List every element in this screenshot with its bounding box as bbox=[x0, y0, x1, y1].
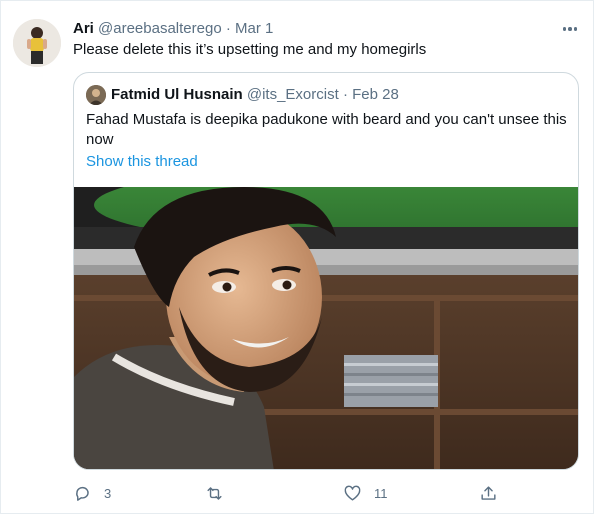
reply-icon bbox=[76, 486, 89, 501]
quoted-photo[interactable] bbox=[74, 187, 578, 469]
quoted-tweet[interactable]: Fatmid Ul Husnain @its_Exorcist · Feb 28… bbox=[73, 72, 579, 470]
author-name[interactable]: Ari bbox=[73, 20, 94, 37]
like-button[interactable]: 11 bbox=[343, 479, 388, 507]
quoted-author-avatar[interactable] bbox=[86, 85, 106, 105]
separator-dot: · bbox=[342, 86, 348, 103]
heart-icon bbox=[344, 485, 361, 501]
quoted-author-handle[interactable]: @its_Exorcist bbox=[247, 86, 339, 103]
show-thread-link[interactable]: Show this thread bbox=[86, 152, 198, 172]
quoted-author-name[interactable]: Fatmid Ul Husnain bbox=[111, 86, 243, 103]
more-dots-icon[interactable] bbox=[557, 19, 583, 39]
quoted-text: Fahad Mustafa is deepika padukone with b… bbox=[86, 111, 567, 148]
share-icon bbox=[481, 485, 496, 500]
tweet-actions: 3 11 bbox=[73, 479, 513, 507]
tweet-header: Ari @areebasalterego · Mar 1 bbox=[73, 19, 273, 39]
quoted-header: Fatmid Ul Husnain @its_Exorcist · Feb 28 bbox=[111, 85, 399, 105]
share-button[interactable] bbox=[479, 479, 510, 507]
retweet-button[interactable] bbox=[205, 479, 236, 507]
author-avatar[interactable] bbox=[13, 19, 61, 67]
tweet-text: Please delete this it’s upsetting me and… bbox=[73, 41, 427, 58]
like-count: 11 bbox=[374, 485, 388, 501]
retweet-icon bbox=[207, 486, 222, 500]
reply-button[interactable]: 3 bbox=[73, 479, 111, 507]
quoted-date[interactable]: Feb 28 bbox=[352, 86, 399, 103]
tweet-date[interactable]: Mar 1 bbox=[235, 20, 273, 37]
author-handle[interactable]: @areebasalterego bbox=[98, 20, 222, 37]
tweet-card[interactable]: Ari @areebasalterego · Mar 1 Please dele… bbox=[0, 0, 594, 514]
separator-dot: · bbox=[225, 20, 231, 37]
reply-count: 3 bbox=[104, 485, 112, 501]
